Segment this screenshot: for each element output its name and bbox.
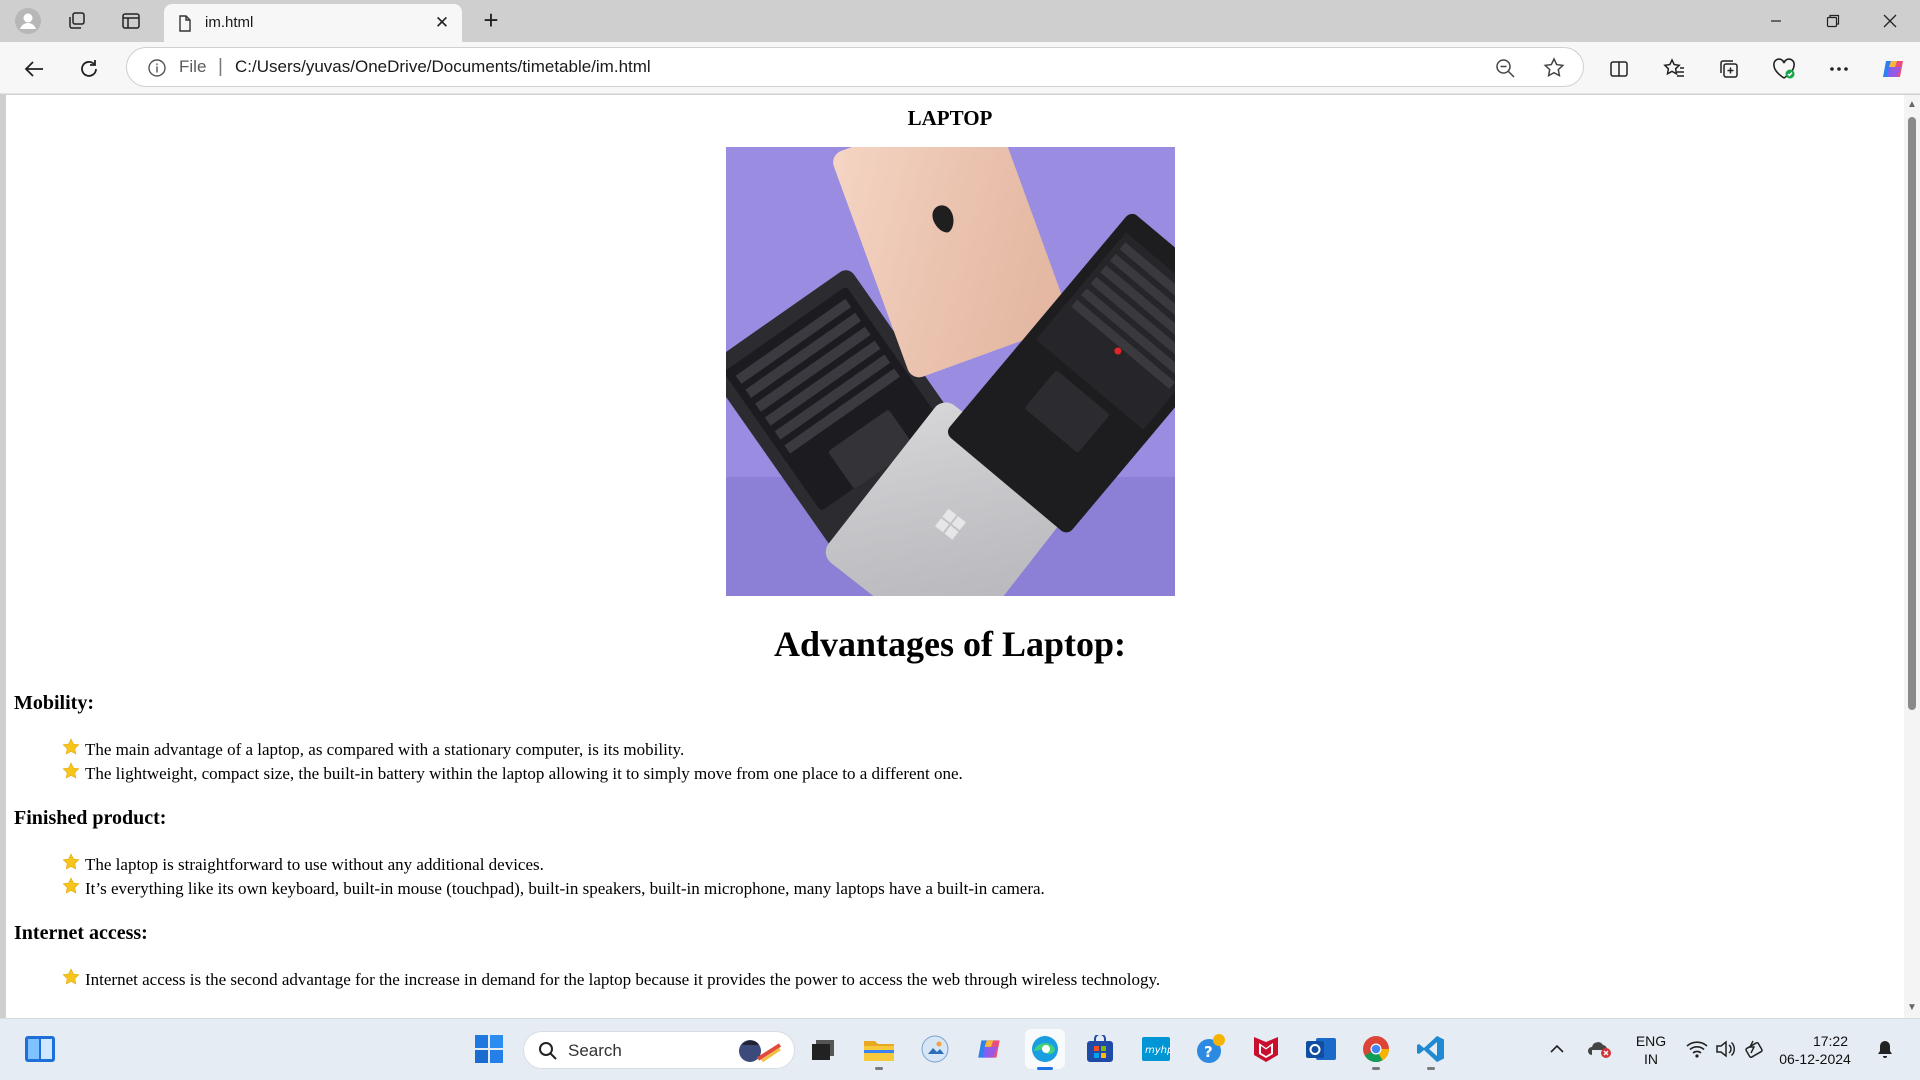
battery-icon[interactable]: [1741, 1029, 1771, 1069]
navigation-toolbar: File | C:/Users/yuvas/OneDrive/Documents…: [0, 42, 1920, 94]
clock-date: 06-12-2024: [1779, 1051, 1851, 1067]
store-app-icon[interactable]: [1080, 1029, 1120, 1069]
list-item: The laptop is straightforward to use wit…: [62, 852, 1045, 878]
language-code: ENG: [1635, 1033, 1667, 1049]
list-item-text: The laptop is straightforward to use wit…: [85, 855, 544, 874]
list-item: It’s everything like its own keyboard, b…: [62, 876, 1045, 902]
address-separator: |: [218, 56, 223, 77]
language-indicator[interactable]: ENG IN: [1631, 1032, 1671, 1068]
onedrive-error-icon[interactable]: [1582, 1029, 1618, 1069]
workspaces-icon[interactable]: [62, 6, 92, 36]
list-item: The main advantage of a laptop, as compa…: [62, 737, 963, 763]
running-indicator: [875, 1067, 883, 1070]
search-highlight-icon: [732, 1035, 786, 1072]
minimize-icon[interactable]: [1748, 0, 1804, 42]
collections-icon[interactable]: [1713, 53, 1745, 85]
info-icon[interactable]: [147, 58, 167, 83]
vscode-app-icon[interactable]: [1411, 1029, 1451, 1070]
mcafee-app-icon[interactable]: [1246, 1029, 1286, 1069]
file-explorer-icon[interactable]: [859, 1029, 899, 1070]
close-tab-icon[interactable]: ✕: [432, 13, 452, 33]
address-scheme: File: [179, 57, 207, 76]
list-item: The lightweight, compact size, the built…: [62, 761, 963, 787]
vertical-tabs-icon[interactable]: [116, 6, 146, 36]
star-bullet-icon: [62, 737, 82, 763]
zoom-out-icon[interactable]: [1495, 58, 1515, 83]
outlook-app-icon[interactable]: [1301, 1029, 1341, 1069]
taskbar-search[interactable]: Search: [523, 1031, 795, 1069]
star-bullet-icon: [62, 876, 82, 902]
region-code: IN: [1644, 1051, 1658, 1067]
address-bar[interactable]: File | C:/Users/yuvas/OneDrive/Documents…: [126, 47, 1584, 87]
page-title: LAPTOP: [907, 106, 993, 130]
list-item-text: The main advantage of a laptop, as compa…: [85, 740, 685, 759]
browser-essentials-icon[interactable]: [1768, 53, 1800, 85]
copilot-app-icon[interactable]: [970, 1029, 1010, 1069]
chrome-app-icon[interactable]: [1356, 1029, 1396, 1070]
back-icon[interactable]: [18, 53, 50, 85]
section-title-finished-product: Finished product:: [14, 807, 167, 829]
copilot-icon[interactable]: [1878, 53, 1910, 85]
mobility-list: The main advantage of a laptop, as compa…: [62, 737, 963, 787]
myhp-app-icon[interactable]: myhp: [1136, 1029, 1176, 1069]
profile-icon[interactable]: [13, 6, 43, 36]
volume-icon[interactable]: [1711, 1029, 1741, 1069]
list-item: Internet access is the second advantage …: [62, 967, 1161, 993]
list-item-text: The lightweight, compact size, the built…: [85, 764, 963, 783]
start-icon[interactable]: [469, 1029, 509, 1069]
laptops-image: [726, 147, 1175, 596]
svg-text:?: ?: [1204, 1043, 1213, 1061]
active-tab[interactable]: im.html ✕: [164, 4, 462, 42]
address-url[interactable]: C:/Users/yuvas/OneDrive/Documents/timeta…: [235, 57, 651, 77]
running-indicator: [1372, 1067, 1380, 1070]
internet-access-list: Internet access is the second advantage …: [62, 967, 1161, 993]
favorites-icon[interactable]: [1658, 53, 1690, 85]
edge-app-icon[interactable]: [1025, 1029, 1065, 1070]
page-viewport: LAPTOP Advantages of Laptop: Mobility: T…: [6, 95, 1920, 1018]
running-indicator: [1427, 1067, 1435, 1070]
wifi-icon[interactable]: [1682, 1029, 1712, 1069]
tab-title: im.html: [205, 14, 254, 31]
list-item-text: It’s everything like its own keyboard, b…: [85, 879, 1045, 898]
restore-icon[interactable]: [1805, 0, 1861, 42]
search-icon: [538, 1041, 558, 1066]
svg-text:myhp: myhp: [1145, 1045, 1171, 1056]
list-item-text: Internet access is the second advantage …: [85, 970, 1161, 989]
document-icon: [178, 15, 192, 37]
search-label: Search: [568, 1041, 622, 1060]
refresh-icon[interactable]: [73, 53, 105, 85]
star-bullet-icon: [62, 967, 82, 993]
advantages-heading: Advantages of Laptop:: [773, 624, 1127, 664]
clock-time: 17:22: [1812, 1033, 1848, 1049]
scroll-down-icon[interactable]: ▼: [1906, 1002, 1918, 1014]
favorite-star-icon[interactable]: [1543, 57, 1565, 84]
section-title-mobility: Mobility:: [14, 692, 94, 714]
scroll-up-icon[interactable]: ▲: [1906, 99, 1918, 111]
task-view-icon[interactable]: [803, 1029, 843, 1069]
finished-product-list: The laptop is straightforward to use wit…: [62, 852, 1045, 902]
taskbar: Search myhp ? ENG IN 17:22 06-12-2024: [0, 1018, 1920, 1080]
section-title-internet-access: Internet access:: [14, 922, 148, 944]
star-bullet-icon: [62, 852, 82, 878]
close-window-icon[interactable]: [1862, 0, 1918, 42]
split-screen-icon[interactable]: [1603, 53, 1635, 85]
show-hidden-icons[interactable]: [1543, 1029, 1571, 1069]
new-tab-icon[interactable]: +: [476, 6, 506, 36]
widgets-icon[interactable]: [20, 1029, 60, 1069]
scrollbar-thumb[interactable]: [1908, 117, 1916, 710]
notifications-bell-icon[interactable]: [1870, 1029, 1900, 1069]
help-app-icon[interactable]: ?: [1191, 1029, 1231, 1069]
tab-strip: im.html ✕ +: [0, 0, 1920, 42]
clock[interactable]: 17:22 06-12-2024: [1778, 1032, 1852, 1068]
star-bullet-icon: [62, 761, 82, 787]
running-indicator: [1037, 1067, 1053, 1070]
more-options-icon[interactable]: [1823, 53, 1855, 85]
photos-app-icon[interactable]: [915, 1029, 955, 1069]
vertical-scrollbar[interactable]: ▲ ▼: [1904, 95, 1920, 1018]
